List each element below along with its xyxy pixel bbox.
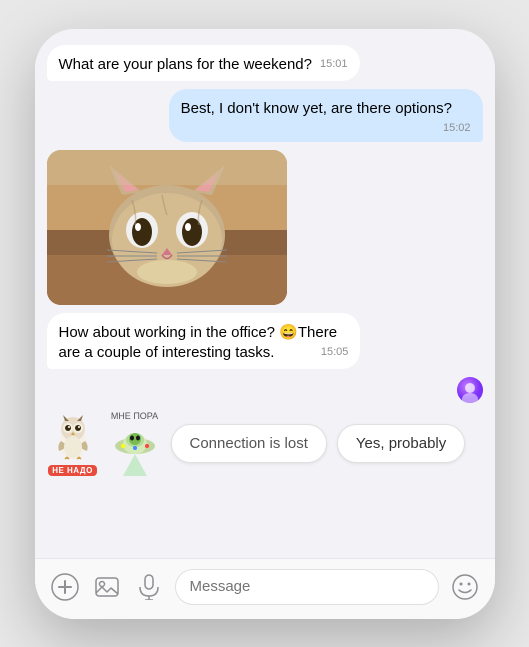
input-bar — [35, 558, 495, 619]
message-image-3 — [47, 150, 287, 305]
message-time-2: 15:02 — [443, 121, 471, 136]
message-text-1: What are your plans for the weekend? — [59, 56, 312, 73]
message-time-1: 15:01 — [320, 57, 348, 72]
message-bubble-1: What are your plans for the weekend? 15:… — [47, 45, 360, 81]
connection-lost-button[interactable]: Connection is lost — [171, 424, 327, 463]
avatar — [457, 377, 483, 403]
sticker-tag-text: НЕ НАДО — [48, 465, 97, 476]
phone-container: What are your plans for the weekend? 15:… — [35, 29, 495, 619]
stickers-group: НЕ НАДО — [47, 411, 99, 476]
quick-replies-row: НЕ НАДО МНЕ ПОРА — [47, 407, 483, 478]
owl-sticker — [47, 411, 99, 463]
mic-button[interactable] — [133, 571, 165, 603]
message-time-4: 15:05 — [321, 345, 349, 360]
message-text-2: Best, I don't know yet, are there option… — [181, 100, 452, 117]
message-bubble-2: Best, I don't know yet, are there option… — [169, 89, 483, 142]
avatar-row — [47, 377, 483, 403]
yes-probably-button[interactable]: Yes, probably — [337, 424, 465, 463]
alien-label: МНЕ ПОРА — [111, 411, 158, 422]
message-input[interactable] — [175, 569, 439, 605]
alien-sticker — [109, 424, 161, 476]
message-bubble-4: How about working in the office? 😄There … — [47, 313, 361, 370]
emoji-button[interactable] — [449, 571, 481, 603]
alien-sticker-group: МНЕ ПОРА — [109, 411, 161, 476]
image-button[interactable] — [91, 571, 123, 603]
chat-area: What are your plans for the weekend? 15:… — [35, 29, 495, 558]
message-text-4: How about working in the office? 😄There … — [59, 324, 338, 361]
plus-button[interactable] — [49, 571, 81, 603]
